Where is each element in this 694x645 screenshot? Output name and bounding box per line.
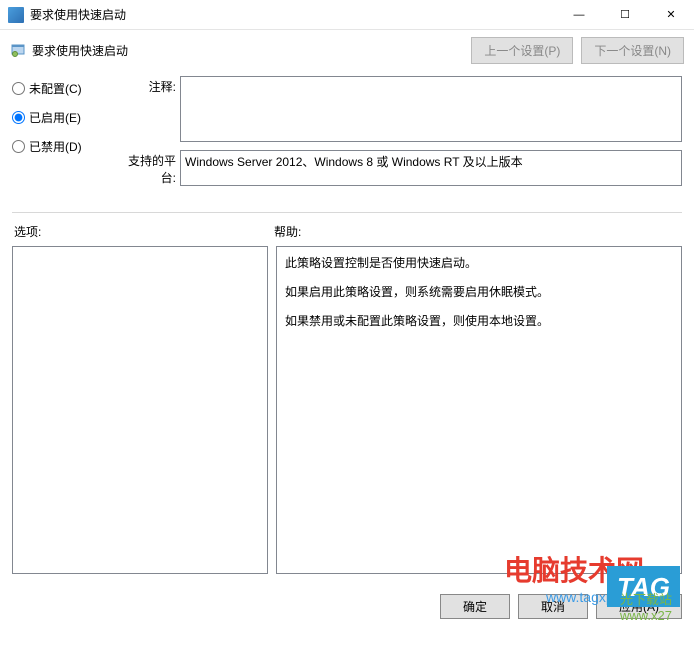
- radio-disabled[interactable]: 已禁用(D): [12, 138, 112, 155]
- prev-setting-button[interactable]: 上一个设置(P): [471, 37, 573, 64]
- minimize-button[interactable]: —: [556, 0, 602, 29]
- comment-textarea[interactable]: [180, 76, 682, 142]
- ok-button[interactable]: 确定: [440, 594, 510, 619]
- radio-disabled-label: 已禁用(D): [29, 138, 82, 155]
- help-heading: 帮助:: [272, 223, 301, 240]
- divider: [12, 212, 682, 213]
- platform-label: 支持的平台:: [122, 150, 180, 186]
- window-title: 要求使用快速启动: [30, 6, 556, 23]
- cancel-button[interactable]: 取消: [518, 594, 588, 619]
- radio-enabled-label: 已启用(E): [29, 109, 81, 126]
- options-panel: [12, 246, 268, 574]
- apply-button[interactable]: 应用(A): [596, 594, 682, 619]
- comment-label: 注释:: [122, 76, 180, 142]
- app-icon: [8, 7, 24, 23]
- help-text-2: 如果启用此策略设置，则系统需要启用休眠模式。: [285, 284, 673, 301]
- close-button[interactable]: ✕: [648, 0, 694, 29]
- maximize-button[interactable]: ☐: [602, 0, 648, 29]
- config-radio-group: 未配置(C) 已启用(E) 已禁用(D): [12, 76, 112, 194]
- radio-enabled[interactable]: 已启用(E): [12, 109, 112, 126]
- next-setting-button[interactable]: 下一个设置(N): [581, 37, 684, 64]
- options-heading: 选项:: [12, 223, 272, 240]
- help-panel: 此策略设置控制是否使用快速启动。 如果启用此策略设置，则系统需要启用休眠模式。 …: [276, 246, 682, 574]
- radio-not-configured[interactable]: 未配置(C): [12, 80, 112, 97]
- help-text-3: 如果禁用或未配置此策略设置，则使用本地设置。: [285, 313, 673, 330]
- platform-value: Windows Server 2012、Windows 8 或 Windows …: [180, 150, 682, 186]
- help-text-1: 此策略设置控制是否使用快速启动。: [285, 255, 673, 272]
- radio-not-configured-label: 未配置(C): [29, 80, 82, 97]
- policy-icon: [10, 42, 26, 58]
- page-title: 要求使用快速启动: [32, 42, 463, 59]
